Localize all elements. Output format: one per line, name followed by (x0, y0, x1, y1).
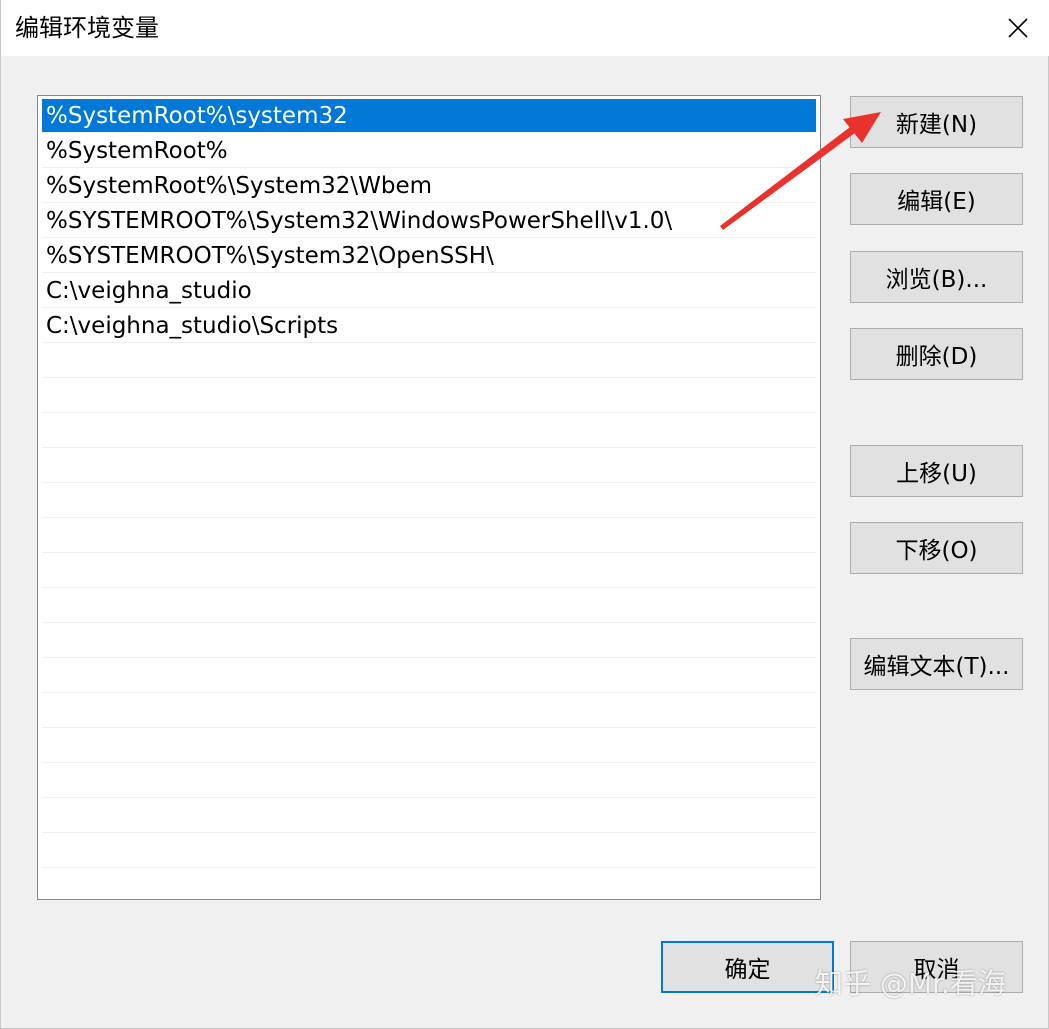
path-list-item[interactable]: %SystemRoot% (42, 134, 816, 168)
move-up-button[interactable]: 上移(U) (850, 445, 1023, 497)
close-button[interactable] (986, 0, 1049, 56)
browse-button[interactable]: 浏览(B)... (850, 251, 1023, 303)
delete-button[interactable]: 删除(D) (850, 328, 1023, 380)
path-list-item[interactable]: C:\veighna_studio (42, 274, 816, 308)
move-down-button[interactable]: 下移(O) (850, 522, 1023, 574)
path-list[interactable]: %SystemRoot%\system32 %SystemRoot% %System… (37, 95, 821, 900)
path-list-empty-row[interactable] (42, 659, 816, 693)
path-list-empty-row[interactable] (42, 799, 816, 833)
edit-text-button[interactable]: 编辑文本(T)... (850, 638, 1023, 690)
edit-button[interactable]: 编辑(E) (850, 173, 1023, 225)
path-list-empty-row[interactable] (42, 484, 816, 518)
path-list-empty-row[interactable] (42, 764, 816, 798)
edit-environment-variable-dialog: 编辑环境变量 %SystemRoot%\system32 %SystemRoot%… (0, 0, 1049, 1029)
watermark-text: 知乎 @Mr.看海 (815, 967, 1006, 1000)
path-list-empty-row[interactable] (42, 449, 816, 483)
dialog-title: 编辑环境变量 (15, 14, 159, 42)
path-list-empty-row[interactable] (42, 589, 816, 623)
path-list-empty-row[interactable] (42, 834, 816, 868)
path-list-item[interactable]: %SystemRoot%\System32\Wbem (42, 169, 816, 203)
path-list-empty-row[interactable] (42, 729, 816, 763)
path-list-empty-row[interactable] (42, 624, 816, 658)
ok-button[interactable]: 确定 (661, 941, 834, 993)
path-list-item[interactable]: %SYSTEMROOT%\System32\OpenSSH\ (42, 239, 816, 273)
path-list-item[interactable]: C:\veighna_studio\Scripts (42, 309, 816, 343)
title-bar: 编辑环境变量 (1, 0, 1049, 56)
path-list-empty-row[interactable] (42, 519, 816, 553)
path-list-empty-row[interactable] (42, 869, 816, 899)
path-list-empty-row[interactable] (42, 344, 816, 378)
path-list-item[interactable]: %SYSTEMROOT%\System32\WindowsPowerShell\… (42, 204, 816, 238)
path-list-item[interactable]: %SystemRoot%\system32 (42, 99, 816, 133)
path-list-empty-row[interactable] (42, 414, 816, 448)
path-list-empty-row[interactable] (42, 694, 816, 728)
close-icon (1008, 18, 1028, 38)
path-list-empty-row[interactable] (42, 554, 816, 588)
path-list-empty-row[interactable] (42, 379, 816, 413)
new-button[interactable]: 新建(N) (850, 96, 1023, 148)
